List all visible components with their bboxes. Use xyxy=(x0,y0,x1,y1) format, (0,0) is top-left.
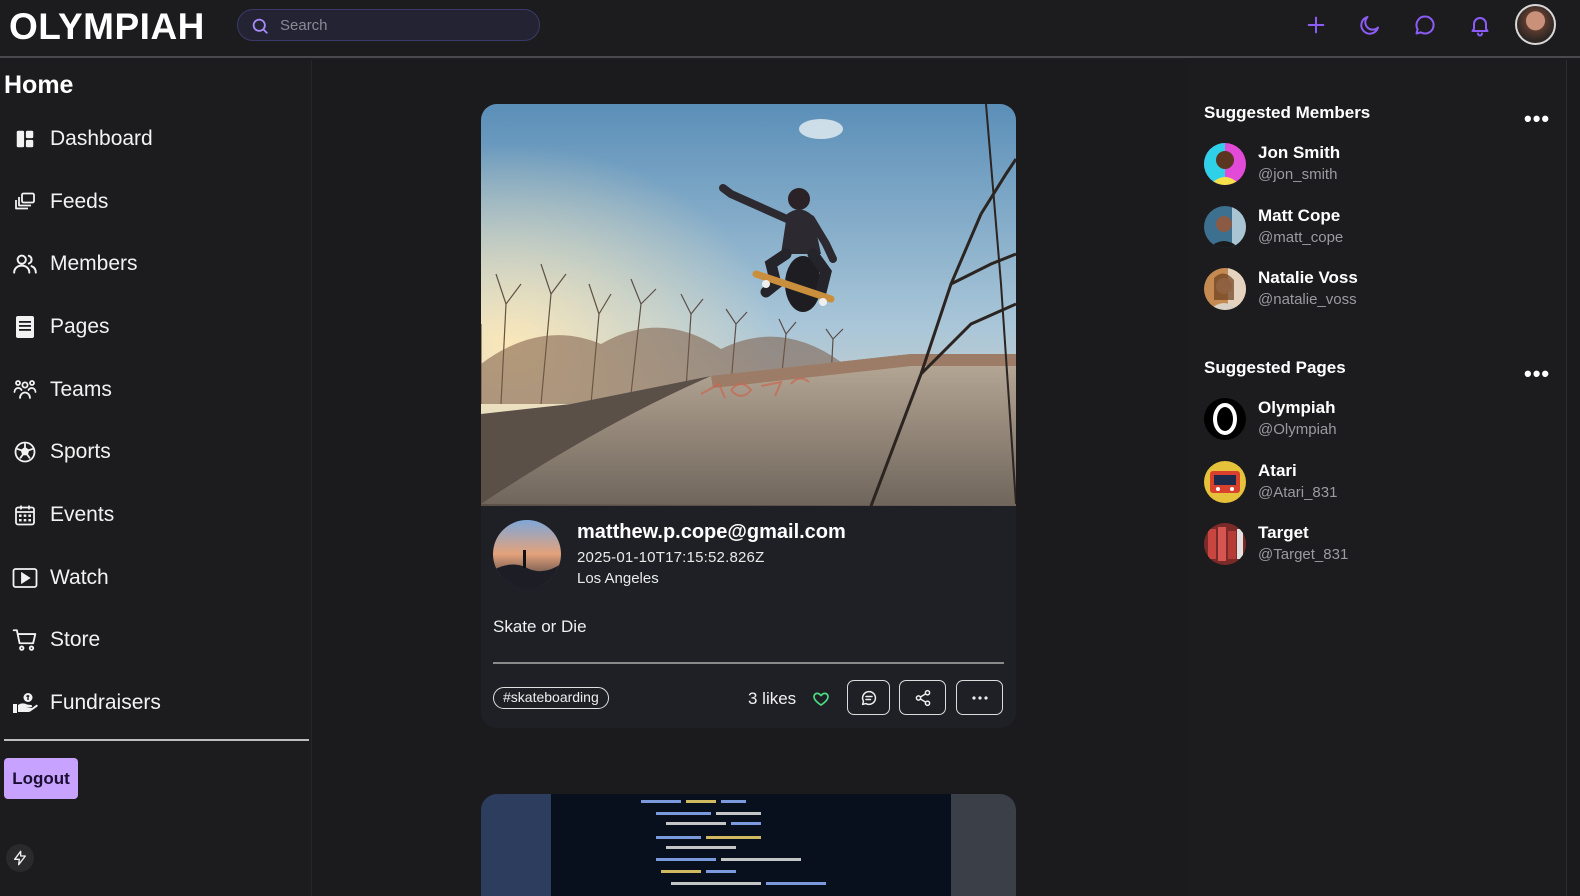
member-avatar xyxy=(1204,206,1246,248)
sidebar-item-label: Dashboard xyxy=(50,127,153,150)
post-timestamp: 2025-01-10T17:15:52.826Z xyxy=(577,549,765,566)
sidebar-item-feeds[interactable]: Feeds xyxy=(0,180,300,224)
cart-icon xyxy=(12,627,38,653)
post-divider xyxy=(493,662,1004,664)
page-name: Olympiah xyxy=(1258,398,1336,417)
comment-button[interactable] xyxy=(847,680,890,715)
search-input[interactable] xyxy=(280,15,530,35)
likes-count: 3 likes xyxy=(748,689,797,708)
user-avatar[interactable] xyxy=(1515,4,1556,45)
top-bar: OLYMPIAH xyxy=(0,0,1580,58)
soccer-ball-icon xyxy=(12,439,38,465)
sidebar-item-teams[interactable]: Teams xyxy=(0,368,300,412)
suggested-member-item[interactable]: Jon Smith @jon_smith xyxy=(1204,142,1544,190)
sidebar: Home Dashboard Feeds Members Pages Teams xyxy=(0,60,312,896)
sidebar-divider xyxy=(4,739,309,741)
sidebar-item-dashboard[interactable]: Dashboard xyxy=(0,117,300,161)
page-handle: @Atari_831 xyxy=(1258,484,1338,501)
member-avatar xyxy=(1204,143,1246,185)
sidebar-item-members[interactable]: Members xyxy=(0,242,300,286)
page-name: Target xyxy=(1258,523,1309,542)
suggested-member-item[interactable]: Natalie Voss @natalie_voss xyxy=(1204,267,1544,315)
heart-icon[interactable] xyxy=(812,690,830,708)
chat-icon[interactable] xyxy=(1410,10,1440,40)
right-panel: Suggested Members ••• Jon Smith @jon_smi… xyxy=(1188,60,1566,896)
sidebar-item-events[interactable]: Events xyxy=(0,493,300,537)
sidebar-title: Home xyxy=(4,71,74,99)
hashtag-chip[interactable]: #skateboarding xyxy=(493,687,609,709)
feeds-icon xyxy=(12,189,38,215)
page-name: Atari xyxy=(1258,461,1297,480)
suggested-member-item[interactable]: Matt Cope @matt_cope xyxy=(1204,205,1544,253)
sidebar-item-label: Sports xyxy=(50,440,111,463)
member-handle: @jon_smith xyxy=(1258,166,1338,183)
bell-icon[interactable] xyxy=(1465,10,1495,40)
page-handle: @Target_831 xyxy=(1258,546,1349,563)
ellipsis-icon xyxy=(971,695,988,700)
member-handle: @natalie_voss xyxy=(1258,291,1357,308)
suggested-members-more-button[interactable]: ••• xyxy=(1524,106,1550,132)
sidebar-item-label: Teams xyxy=(50,378,112,401)
search-icon xyxy=(252,18,268,34)
play-icon xyxy=(12,565,38,591)
member-name: Jon Smith xyxy=(1258,143,1341,162)
member-name: Natalie Voss xyxy=(1258,268,1358,287)
sidebar-item-watch[interactable]: Watch xyxy=(0,556,300,600)
calendar-icon xyxy=(12,502,38,528)
post-author-email[interactable]: matthew.p.cope@gmail.com xyxy=(577,521,846,544)
sidebar-item-label: Feeds xyxy=(50,190,109,213)
search-box[interactable] xyxy=(237,9,540,41)
sidebar-item-store[interactable]: Store xyxy=(0,618,300,662)
member-name: Matt Cope xyxy=(1258,206,1341,225)
feed: matthew.p.cope@gmail.com 2025-01-10T17:1… xyxy=(312,60,1188,896)
page-avatar xyxy=(1204,398,1246,440)
post-image-second[interactable] xyxy=(481,794,1016,896)
post-image[interactable] xyxy=(481,104,1016,506)
more-options-button[interactable] xyxy=(956,680,1003,715)
post-text: Skate or Die xyxy=(493,617,587,636)
suggested-page-item[interactable]: Atari @Atari_831 xyxy=(1204,460,1544,508)
page-avatar xyxy=(1204,461,1246,503)
sidebar-item-label: Store xyxy=(50,628,101,651)
moon-icon[interactable] xyxy=(1355,10,1385,40)
lightning-bolt-icon[interactable] xyxy=(6,844,34,872)
sidebar-item-label: Pages xyxy=(50,315,110,338)
author-avatar[interactable] xyxy=(493,520,561,588)
share-button[interactable] xyxy=(899,680,946,715)
sidebar-item-label: Events xyxy=(50,503,115,526)
sidebar-item-fundraisers[interactable]: Fundraisers xyxy=(0,681,300,725)
suggested-page-item[interactable]: Olympiah @Olympiah xyxy=(1204,397,1544,445)
pages-icon xyxy=(12,314,38,340)
suggested-members-title: Suggested Members xyxy=(1204,103,1371,122)
app-logo[interactable]: OLYMPIAH xyxy=(9,6,205,48)
sidebar-item-pages[interactable]: Pages xyxy=(0,305,300,349)
plus-icon[interactable] xyxy=(1301,10,1331,40)
page-handle: @Olympiah xyxy=(1258,421,1337,438)
sidebar-item-label: Fundraisers xyxy=(50,691,161,714)
page-scrollbar[interactable] xyxy=(1566,60,1580,896)
suggested-pages-title: Suggested Pages xyxy=(1204,358,1346,377)
teams-icon xyxy=(12,377,38,403)
post-location: Los Angeles xyxy=(577,570,659,587)
logout-button[interactable]: Logout xyxy=(4,758,78,799)
suggested-pages-more-button[interactable]: ••• xyxy=(1524,361,1550,387)
share-icon xyxy=(915,689,930,706)
members-icon xyxy=(12,251,38,277)
suggested-page-item[interactable]: Target @Target_831 xyxy=(1204,522,1544,570)
page-avatar xyxy=(1204,523,1246,565)
sidebar-item-label: Members xyxy=(50,252,138,275)
comment-icon xyxy=(861,690,876,705)
post-card: matthew.p.cope@gmail.com 2025-01-10T17:1… xyxy=(481,104,1016,728)
member-avatar xyxy=(1204,268,1246,310)
sidebar-item-label: Watch xyxy=(50,566,109,589)
dashboard-icon xyxy=(12,126,38,152)
member-handle: @matt_cope xyxy=(1258,229,1344,246)
sidebar-item-sports[interactable]: Sports xyxy=(0,430,300,474)
donate-hand-icon xyxy=(12,690,38,716)
